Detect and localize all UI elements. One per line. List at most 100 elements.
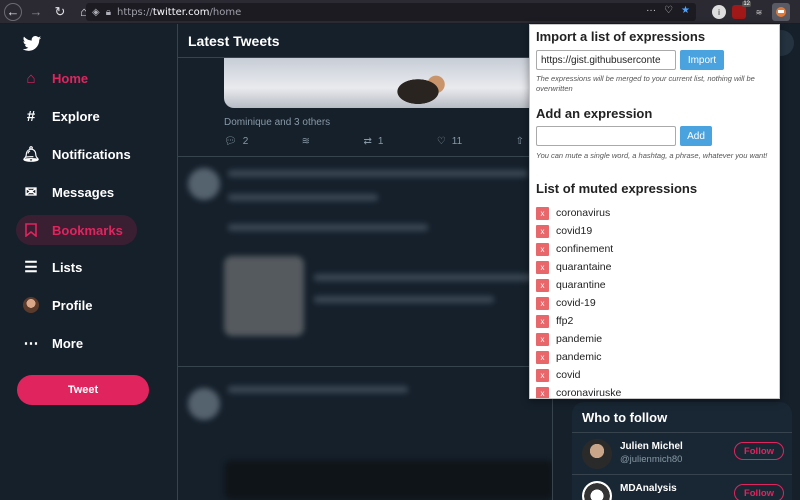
list-item[interactable]: Julien Michel @julienmich80 Follow (572, 432, 792, 472)
muted-expression-text: pandemie (556, 333, 603, 345)
more-icon: ⋯ (23, 335, 39, 352)
remove-expression-button[interactable]: x (536, 296, 549, 310)
mail-icon: ✉ (24, 184, 38, 201)
sidebar-item-home[interactable]: ⌂ Home (16, 63, 102, 93)
timeline-header: Latest Tweets (178, 24, 552, 58)
back-button[interactable]: ← (4, 2, 22, 21)
list-item: x quarantine (536, 276, 776, 294)
user-name[interactable]: MDAnalysis (620, 483, 677, 494)
like-button[interactable]: ♡ 11 (437, 136, 462, 147)
muted-expression-text: covid-19 (556, 297, 596, 309)
tweet-text-line (228, 194, 378, 201)
pocket-icon[interactable]: ♡ (664, 5, 673, 16)
user-handle: @julienmich80 (620, 454, 683, 465)
sidebar-item-label: More (52, 335, 84, 351)
sidebar-item-label: Explore (52, 108, 100, 124)
sidebar-item-label: Home (52, 70, 89, 86)
avatar[interactable] (582, 439, 612, 469)
stack-icon[interactable]: ≋ (302, 136, 310, 147)
sidebar-item-label: Lists (52, 259, 83, 275)
url-bar[interactable]: ◈ 🔒︎ https://twitter.com/home ··· ♡ ★ (86, 3, 696, 21)
page-title: Latest Tweets (188, 32, 280, 49)
remove-expression-button[interactable]: x (536, 278, 549, 292)
list-item: x covid (536, 366, 776, 384)
reply-button[interactable]: 💬︎ 2 (224, 136, 248, 147)
tweet-media-image (224, 460, 552, 500)
muted-list: x coronavirus x covid19 x confinement x quarant… (536, 204, 776, 398)
sidebar-item-explore[interactable]: # Explore (16, 101, 114, 131)
remove-expression-button[interactable]: x (536, 260, 549, 274)
tweet-actions: 💬︎ 2 ≋ ⇄ 1 ♡ 11 ⇧ (224, 136, 524, 147)
twitter-logo-icon[interactable] (22, 34, 42, 54)
page-actions-icon[interactable]: ··· (646, 5, 656, 16)
import-button[interactable]: Import (680, 50, 724, 70)
user-name[interactable]: Julien Michel (620, 441, 683, 452)
remove-expression-button[interactable]: x (536, 350, 549, 364)
tweet-text-line (228, 224, 428, 231)
retweet-button[interactable]: ⇄ 1 (363, 136, 383, 147)
sidebar-item-bookmarks[interactable]: Bookmarks (16, 215, 137, 245)
tweet-text-line (314, 296, 494, 303)
divider (178, 156, 552, 157)
shield-icon: ◈ (92, 6, 100, 18)
list-item: x confinement (536, 240, 776, 258)
sidebar-item-more[interactable]: ⋯ More (16, 328, 97, 358)
sidebar-item-label: Bookmarks (52, 222, 123, 238)
liked-by-text[interactable]: Dominique and 3 others (224, 117, 330, 128)
who-to-follow-title: Who to follow (582, 410, 668, 425)
ublock-extension-icon[interactable]: 12 (732, 1, 751, 19)
add-title: Add an expression (536, 106, 653, 121)
tweet-text-line (228, 170, 528, 177)
list-item: x ffp2 (536, 312, 776, 330)
mute-extension-icon[interactable] (772, 3, 790, 21)
list-item: x pandemie (536, 330, 776, 348)
lock-icon: 🔒︎ (105, 6, 112, 18)
home-icon: ⌂ (26, 69, 36, 87)
muted-expression-text: pandemic (556, 351, 602, 363)
avatar (22, 296, 40, 314)
bookmark-star-icon[interactable]: ★ (681, 5, 690, 16)
remove-expression-button[interactable]: x (536, 332, 549, 346)
heart-icon: ♡ (436, 136, 446, 147)
add-expression-input[interactable] (536, 126, 676, 146)
muted-list-title: List of muted expressions (536, 181, 698, 196)
tweet-media-image (224, 256, 304, 336)
remove-expression-button[interactable]: x (536, 368, 549, 382)
import-url-input[interactable] (536, 50, 676, 70)
who-to-follow-panel: Who to follow Julien Michel @julienmich8… (572, 402, 792, 500)
tweet-text-line (228, 386, 408, 393)
tweet-avatar (188, 168, 220, 200)
reload-button[interactable]: ↻ (50, 2, 70, 22)
tweet-media-image[interactable] (224, 58, 552, 108)
tweet-button[interactable]: Tweet (17, 375, 149, 405)
follow-button[interactable]: Follow (734, 484, 784, 500)
muted-expression-text: quarantine (556, 279, 606, 291)
add-button[interactable]: Add (680, 126, 712, 146)
layers-extension-icon[interactable]: ≋ (752, 5, 766, 19)
bell-icon: 🔔︎ (21, 146, 41, 163)
remove-expression-button[interactable]: x (536, 224, 549, 238)
remove-expression-button[interactable]: x (536, 242, 549, 256)
list-item[interactable]: MDAnalysis Follow (572, 474, 792, 500)
sidebar-item-notifications[interactable]: 🔔︎ Notifications (16, 139, 145, 169)
sidebar-item-lists[interactable]: ☰ Lists (16, 252, 96, 282)
follow-button[interactable]: Follow (734, 442, 784, 460)
sidebar-item-label: Messages (52, 184, 115, 200)
forward-button[interactable]: → (26, 2, 46, 22)
sidebar-item-messages[interactable]: ✉ Messages (16, 177, 128, 207)
remove-expression-button[interactable]: x (536, 314, 549, 328)
import-title: Import a list of expressions (536, 29, 706, 44)
avatar[interactable] (582, 481, 612, 500)
info-extension-icon[interactable]: i (712, 5, 726, 19)
remove-expression-button[interactable]: x (536, 206, 549, 220)
sidebar-item-label: Profile (52, 297, 93, 313)
share-icon[interactable]: ⇧ (516, 136, 524, 147)
sidebar-item-profile[interactable]: Profile (16, 290, 106, 320)
muted-expression-text: quarantaine (556, 261, 612, 273)
remove-expression-button[interactable]: x (536, 386, 549, 398)
browser-toolbar: ← → ↻ ⌂ ◈ 🔒︎ https://twitter.com/home ··… (0, 0, 800, 24)
hashtag-icon: # (26, 107, 36, 125)
list-icon: ☰ (24, 259, 38, 276)
sidebar-item-label: Notifications (52, 146, 131, 162)
add-note: You can mute a single word, a hashtag, a… (536, 151, 768, 160)
